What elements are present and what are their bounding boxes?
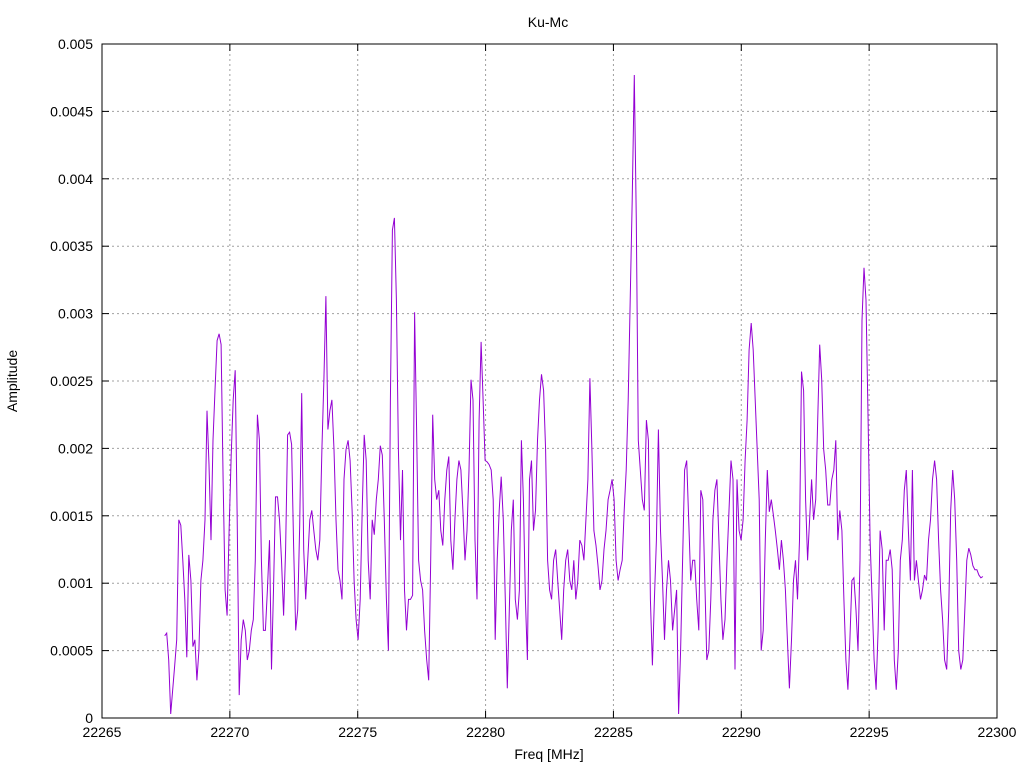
x-tick-label: 22300 [978, 724, 1017, 740]
y-tick-label: 0.001 [58, 575, 93, 591]
y-tick-label: 0.005 [58, 36, 93, 52]
x-tick-label: 22295 [850, 724, 889, 740]
x-axis-label: Freq [MHz] [514, 746, 583, 762]
chart-background [0, 0, 1024, 768]
chart-title: Ku-Mc [528, 14, 568, 30]
x-tick-label: 22280 [466, 724, 505, 740]
y-tick-label: 0.0035 [50, 238, 93, 254]
y-tick-label: 0.0015 [50, 508, 93, 524]
y-tick-label: 0.003 [58, 306, 93, 322]
y-tick-label: 0.004 [58, 171, 93, 187]
y-tick-label: 0.002 [58, 440, 93, 456]
line-chart: 22265 22270 22275 22280 22285 22290 22295 22300… [0, 0, 1024, 768]
x-tick-label: 22290 [722, 724, 761, 740]
y-axis-label: Amplitude [4, 350, 20, 412]
y-tick-label: 0.0045 [50, 103, 93, 119]
x-tick-label: 22275 [338, 724, 377, 740]
x-tick-label: 22270 [210, 724, 249, 740]
y-tick-label: 0 [85, 710, 93, 726]
x-tick-label: 22265 [83, 724, 122, 740]
y-tick-label: 0.0005 [50, 643, 93, 659]
y-tick-label: 0.0025 [50, 373, 93, 389]
x-tick-label: 22285 [594, 724, 633, 740]
